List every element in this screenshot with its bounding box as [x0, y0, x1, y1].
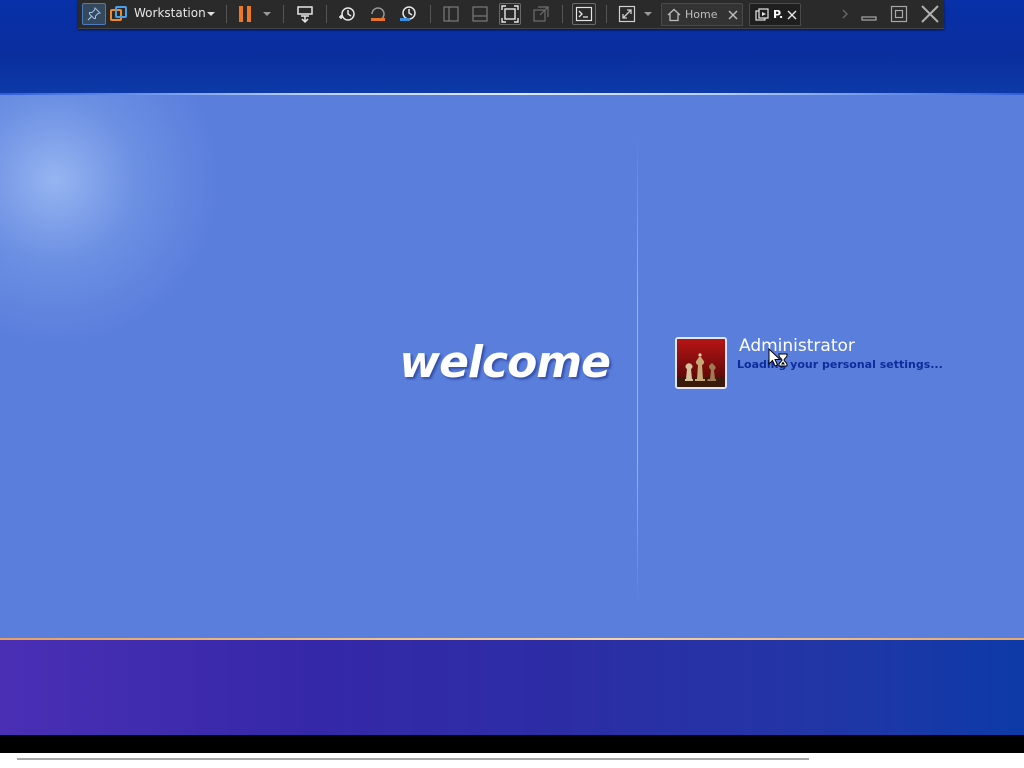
- separator: [283, 5, 284, 23]
- close-icon[interactable]: [727, 9, 739, 21]
- unity-button[interactable]: [530, 3, 552, 25]
- console-view-button[interactable]: [572, 3, 596, 25]
- full-screen-icon: [501, 5, 519, 23]
- pin-icon: [87, 7, 101, 21]
- bottom-band: [0, 640, 1024, 735]
- revert-snapshot-button[interactable]: [367, 3, 389, 25]
- pause-button[interactable]: [235, 3, 255, 25]
- home-icon: [667, 8, 681, 22]
- progress-line: [17, 758, 809, 760]
- vm-icon: [755, 8, 769, 21]
- minimize-button[interactable]: [858, 3, 880, 25]
- take-snapshot-button[interactable]: [336, 3, 358, 25]
- status-strip: [0, 753, 1024, 768]
- welcome-text: welcome: [399, 337, 611, 388]
- separator: [226, 5, 227, 23]
- snapshot-manager-icon: [400, 6, 416, 21]
- minimize-icon: [861, 16, 877, 21]
- restore-button[interactable]: [888, 3, 910, 25]
- workstation-menu-label[interactable]: Workstation: [134, 6, 206, 20]
- chess-pieces-icon: [677, 339, 725, 387]
- user-picture: [675, 337, 727, 389]
- workstation-icon[interactable]: [109, 3, 129, 25]
- snapshot-revert-icon: [371, 7, 385, 21]
- sidebar-icon: [443, 6, 459, 22]
- send-keys-icon: [297, 6, 313, 24]
- chevron-down-icon[interactable]: [261, 3, 273, 25]
- tab-home[interactable]: Home: [661, 3, 743, 26]
- show-sidebar-button[interactable]: [441, 3, 461, 25]
- snapshot-take-icon: [339, 7, 355, 21]
- close-icon[interactable]: [786, 9, 798, 21]
- console-icon: [575, 6, 593, 22]
- snapshot-manager-button[interactable]: [397, 3, 419, 25]
- tab-home-label: Home: [685, 8, 718, 21]
- tab-virtual-machine[interactable]: P.: [749, 3, 801, 26]
- unity-icon: [533, 6, 549, 22]
- welcome-panel: welcome Administrator Loading your perso…: [0, 95, 1024, 638]
- vertical-divider: [637, 135, 638, 605]
- thumbnail-bar-button[interactable]: [470, 3, 490, 25]
- chevron-down-icon[interactable]: [642, 3, 654, 25]
- user-tile[interactable]: Administrator Loading your personal sett…: [674, 336, 1014, 392]
- restore-icon: [890, 5, 908, 23]
- close-icon: [921, 5, 939, 23]
- vmware-toolbar: Workstation Home P.: [78, 0, 944, 29]
- pause-icon: [239, 6, 251, 22]
- user-name: Administrator: [739, 336, 855, 356]
- tabs-scroll-right-icon[interactable]: [838, 3, 852, 25]
- send-ctrl-alt-del-button[interactable]: [294, 3, 316, 25]
- stretch-icon: [618, 5, 636, 23]
- stretch-guest-button[interactable]: [616, 3, 638, 25]
- chevron-down-icon[interactable]: [205, 3, 217, 25]
- thumbnail-bar-icon: [472, 6, 488, 22]
- full-screen-button[interactable]: [499, 3, 521, 25]
- tab-vm-label: P.: [773, 8, 784, 21]
- light-glow: [0, 95, 220, 345]
- black-strip: [0, 735, 1024, 753]
- pin-button[interactable]: [82, 3, 106, 25]
- separator: [562, 5, 563, 23]
- busy-cursor-icon: [767, 347, 791, 372]
- separator: [326, 5, 327, 23]
- separator: [430, 5, 431, 23]
- close-button[interactable]: [918, 3, 942, 25]
- vm-screen: welcome Administrator Loading your perso…: [0, 0, 1024, 768]
- separator: [606, 5, 607, 23]
